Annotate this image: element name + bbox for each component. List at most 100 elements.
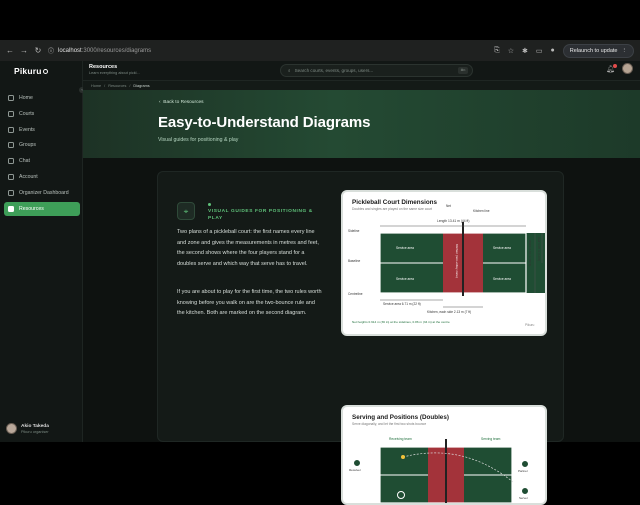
sidebar-item-events[interactable]: Events <box>4 123 80 137</box>
avatar[interactable] <box>622 63 633 74</box>
user-role: Pikuru organiser <box>21 429 49 434</box>
sidebar-item-groups[interactable]: Groups <box>4 138 80 152</box>
partner-label: Partner <box>518 469 528 473</box>
breadcrumb: Home / Resources / Diagrams <box>83 81 640 90</box>
intro-paragraph: Two plans of a pickleball court: the fir… <box>177 229 319 267</box>
service-area-label-3: Service area <box>493 246 511 250</box>
receiver-label: Receiver <box>349 468 361 472</box>
relaunch-button[interactable]: Relaunch to update ⋮ <box>562 43 634 58</box>
search-input[interactable]: ⌕ Search courts, events, groups, users..… <box>280 64 473 77</box>
sidebar-item-label: Home <box>19 95 33 101</box>
search-icon: ⌕ <box>288 68 291 73</box>
sidebar-item-label: Chat <box>19 158 30 165</box>
baseline-label: Baseline <box>348 259 360 263</box>
book-icon <box>8 205 14 212</box>
service-area-label-1: Service area <box>396 246 414 250</box>
sidebar-item-label: Resources <box>19 205 44 212</box>
app-root: Pikuru Home Courts Events Groups Chat Account… <box>0 61 640 505</box>
browser-toolbar: ← → ↻ ⓘ localhost:3000/resources/diagram… <box>0 40 640 61</box>
profile-icon[interactable]: ● <box>551 47 555 54</box>
page-subtitle: Visual guides for positioning & play <box>158 137 239 143</box>
sidebar-item-chat[interactable]: Chat <box>4 154 80 168</box>
sidebar-item-label: Organizer Dashboard <box>19 189 69 196</box>
sidebar-item-label: Events <box>19 126 35 133</box>
partner-marker-left <box>397 491 405 499</box>
kitchen-line-label: Kitchen line <box>473 209 490 213</box>
centreline-label: Centreline <box>348 292 363 296</box>
net-height-note: Net heights 0.914 m (36 in) at the sidel… <box>352 320 450 324</box>
sidebar-item-label: Groups <box>19 142 37 149</box>
receiver-marker <box>353 459 361 467</box>
reload-icon[interactable]: ↻ <box>34 46 42 55</box>
ball-icon <box>401 455 405 459</box>
keyboard-shortcut-icon: ⌘K <box>458 67 468 74</box>
address-bar[interactable]: ⓘ localhost:3000/resources/diagrams <box>48 44 488 57</box>
kitchen-zone-label: Kitchen (non-volley zone) <box>455 244 459 278</box>
translate-icon[interactable]: ⎘ <box>494 47 500 55</box>
page-section-title: Resources <box>89 64 118 70</box>
forward-arrow-icon[interactable]: → <box>20 46 28 55</box>
user-profile[interactable]: Akio Takeda Pikuru organiser <box>6 423 49 434</box>
user-icon <box>8 173 14 180</box>
sidebar-panel-icon[interactable]: ▭ <box>536 47 543 55</box>
page-title: Easy-to-Understand Diagrams <box>158 114 371 131</box>
server-marker <box>521 487 529 495</box>
sidebar-item-courts[interactable]: Courts <box>4 107 80 121</box>
url-path: :3000/resources/diagrams <box>81 47 152 54</box>
serving-team-label: Serving team <box>481 437 501 441</box>
url-host: localhost <box>58 47 82 54</box>
server-label: Server <box>519 496 528 500</box>
serving-positions-diagram[interactable]: Serving and Positions (Doubles) Serve di… <box>341 405 547 505</box>
sidebar-item-label: Account <box>19 173 38 180</box>
breadcrumb-home[interactable]: Home <box>91 84 101 88</box>
sidebar-item-home[interactable]: Home <box>4 91 80 105</box>
hero-banner: ‹ Back to Resources Easy-to-Understand D… <box>83 90 640 158</box>
section-kicker: VISUAL GUIDES FOR POSITIONING & PLAY <box>208 209 313 221</box>
receiving-team-label: Receiving team <box>389 437 412 441</box>
sidebar: Pikuru Home Courts Events Groups Chat Account… <box>0 61 83 442</box>
chat-icon <box>8 158 14 165</box>
partner-marker-right <box>521 460 529 468</box>
service-depth-label: Service area 6.71 m (22 ft) <box>383 302 421 306</box>
length-label: Length 13.41 m (44 ft) <box>437 219 469 223</box>
extensions-icon[interactable]: ✱ <box>522 47 528 55</box>
breadcrumb-current: Diagrams <box>133 83 150 88</box>
app-logo[interactable]: Pikuru <box>14 66 48 76</box>
kitchen-right <box>463 233 483 293</box>
more-options-icon: ⋮ <box>621 47 628 54</box>
chevron-left-icon: ‹ <box>159 100 161 105</box>
service-area-label-4: Service area <box>493 277 511 281</box>
site-info-icon[interactable]: ⓘ <box>48 46 54 55</box>
sidebar-item-resources[interactable]: Resources <box>4 201 80 216</box>
net-label: Net <box>446 204 451 208</box>
home-icon <box>8 95 14 101</box>
notification-badge <box>613 64 617 68</box>
back-arrow-icon[interactable]: ← <box>6 46 14 55</box>
width-label: Width 6.10 m (20 ft) <box>528 240 532 266</box>
tip-paragraph: If you are about to play for the first t… <box>177 289 322 316</box>
kicker-dot <box>208 203 211 206</box>
court-dimensions-diagram[interactable]: Pickleball Court Dimensions Doubles and … <box>341 190 547 336</box>
brand-watermark: Pikuru <box>525 323 535 327</box>
kitchen-left <box>443 233 463 293</box>
sidebar-item-account[interactable]: Account <box>4 170 80 184</box>
kitchen-depth-label: Kitchen, each side 2.13 m (7 ft) <box>427 310 471 314</box>
topbar: Resources Learn everything about pickl..… <box>83 61 640 81</box>
calendar-icon <box>8 126 14 133</box>
map-pin-icon: ⌖ <box>177 202 195 220</box>
back-to-resources-link[interactable]: ‹ Back to Resources <box>159 100 204 105</box>
court-icon <box>8 110 14 117</box>
court-dimensions-svg: Net Length 13.41 m (44 ft) Kitchen line … <box>348 204 545 327</box>
breadcrumb-resources[interactable]: Resources <box>108 84 126 88</box>
sidebar-nav: Home Courts Events Groups Chat Account Organiz… <box>4 91 80 217</box>
dashboard-icon <box>8 189 14 196</box>
sideline-label: Sideline <box>348 229 360 233</box>
serving-positions-svg: Receiving team Serving team Receiver Par… <box>349 437 529 503</box>
users-icon <box>8 142 14 149</box>
user-name: Akio Takeda <box>21 423 49 429</box>
service-area-label-2: Service area <box>396 277 414 281</box>
sidebar-item-label: Courts <box>19 110 35 117</box>
bookmark-star-icon[interactable]: ☆ <box>508 47 514 55</box>
sidebar-item-organizer-dashboard[interactable]: Organizer Dashboard <box>4 186 80 200</box>
content-card: ⌖ VISUAL GUIDES FOR POSITIONING & PLAY T… <box>157 171 564 505</box>
